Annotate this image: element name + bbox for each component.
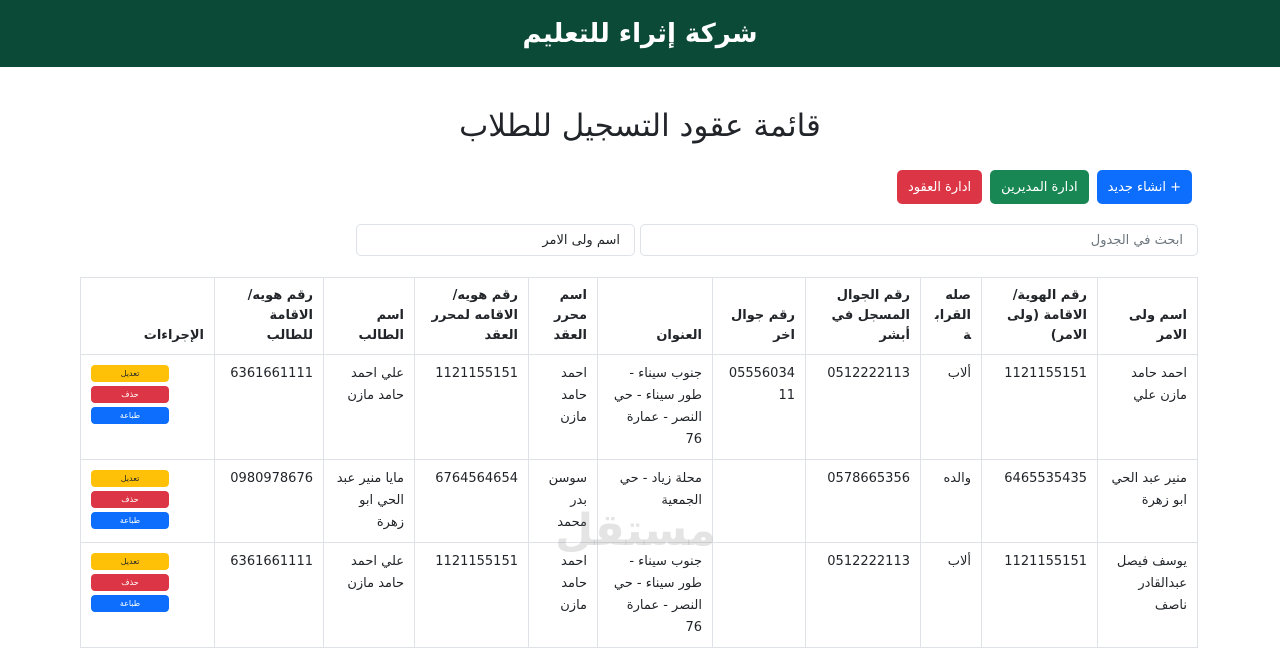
cell-editor-id: 6764564654 [414, 459, 529, 543]
cell-student-name: مايا منير عبد الحي ابو زهرة [323, 459, 415, 543]
cell-guardian: احمد حامد مازن علي [1097, 354, 1198, 460]
cell-editor-id: 1121155151 [414, 354, 529, 460]
col-header-actions: الإجراءات [80, 277, 215, 355]
table-search-input[interactable] [640, 224, 1198, 256]
filter-bar [356, 224, 1198, 256]
delete-button[interactable]: حذف [91, 491, 169, 508]
table-row: يوسف فيصل عبدالقادر ناصف 1121155151 ألاب… [80, 542, 1198, 648]
top-header: شركة إثراء للتعليم [0, 0, 1280, 67]
contracts-table-container: اسم ولى الامر رقم الهوية/ الاقامة (ولى ا… [80, 277, 1198, 648]
cell-student-name: علي احمد حامد مازن [323, 354, 415, 460]
edit-button[interactable]: تعديل [91, 470, 169, 487]
row-actions: تعديل حذف طباعة [91, 551, 204, 612]
cell-actions: تعديل حذف طباعة [80, 459, 215, 543]
cell-guardian-id: 1121155151 [981, 542, 1098, 648]
col-header-editor-name: اسم محرر العقد [528, 277, 598, 355]
cell-student-id: 6361661111 [214, 542, 324, 648]
cell-guardian: منير عبد الحي ابو زهرة [1097, 459, 1198, 543]
create-new-button[interactable]: + انشاء جديد [1096, 170, 1192, 204]
page-title: قائمة عقود التسجيل للطلاب [459, 108, 821, 144]
cell-actions: تعديل حذف طباعة [80, 542, 215, 648]
cell-editor-name: احمد حامد مازن [528, 542, 598, 648]
col-header-absher-phone: رقم الجوال المسجل في أبشر [805, 277, 921, 355]
col-header-editor-id: رقم هويه/ الاقامه لمحرر العقد [414, 277, 529, 355]
col-header-other-phone: رقم جوال اخر [712, 277, 806, 355]
contracts-table: اسم ولى الامر رقم الهوية/ الاقامة (ولى ا… [80, 277, 1198, 648]
brand-title: شركة إثراء للتعليم [522, 18, 758, 49]
cell-student-name: علي احمد حامد مازن [323, 542, 415, 648]
cell-absher-phone: 0578665356 [805, 459, 921, 543]
manage-contracts-button[interactable]: ادارة العقود [897, 170, 983, 204]
delete-button[interactable]: حذف [91, 386, 169, 403]
col-header-relation: صله القرابة [920, 277, 982, 355]
print-button[interactable]: طباعة [91, 512, 169, 529]
cell-address: جنوب سيناء - طور سيناء - حي النصر - عمار… [597, 542, 713, 648]
row-actions: تعديل حذف طباعة [91, 363, 204, 424]
cell-relation: ألاب [920, 542, 982, 648]
cell-guardian-id: 1121155151 [981, 354, 1098, 460]
row-actions: تعديل حذف طباعة [91, 468, 204, 529]
print-button[interactable]: طباعة [91, 407, 169, 424]
cell-absher-phone: 0512222113 [805, 354, 921, 460]
cell-student-id: 6361661111 [214, 354, 324, 460]
cell-guardian-id: 6465535435 [981, 459, 1098, 543]
cell-address: جنوب سيناء - طور سيناء - حي النصر - عمار… [597, 354, 713, 460]
cell-absher-phone: 0512222113 [805, 542, 921, 648]
col-header-address: العنوان [597, 277, 713, 355]
col-header-guardian: اسم ولى الامر [1097, 277, 1198, 355]
cell-guardian: يوسف فيصل عبدالقادر ناصف [1097, 542, 1198, 648]
cell-editor-id: 1121155151 [414, 542, 529, 648]
print-button[interactable]: طباعة [91, 595, 169, 612]
table-row: منير عبد الحي ابو زهرة 6465535435 والده … [80, 459, 1198, 543]
col-header-guardian-id: رقم الهوية/ الاقامة (ولى الامر) [981, 277, 1098, 355]
cell-relation: ألاب [920, 354, 982, 460]
manage-managers-button[interactable]: ادارة المديرين [990, 170, 1089, 204]
cell-student-id: 0980978676 [214, 459, 324, 543]
cell-other-phone [712, 542, 806, 648]
guardian-name-filter-input[interactable] [356, 224, 635, 256]
col-header-student-id: رقم هويه/ الاقامة للطالب [214, 277, 324, 355]
edit-button[interactable]: تعديل [91, 553, 169, 570]
col-header-student-name: اسم الطالب [323, 277, 415, 355]
table-header-row: اسم ولى الامر رقم الهوية/ الاقامة (ولى ا… [80, 277, 1198, 355]
cell-relation: والده [920, 459, 982, 543]
cell-address: محلة زياد - حي الجمعية [597, 459, 713, 543]
cell-editor-name: احمد حامد مازن [528, 354, 598, 460]
cell-actions: تعديل حذف طباعة [80, 354, 215, 460]
cell-editor-name: سوسن بدر محمد [528, 459, 598, 543]
edit-button[interactable]: تعديل [91, 365, 169, 382]
cell-other-phone [712, 459, 806, 543]
cell-other-phone: 0555603411 [712, 354, 806, 460]
table-row: احمد حامد مازن علي 1121155151 ألاب 05122… [80, 354, 1198, 460]
toolbar: + انشاء جديد ادارة المديرين ادارة العقود [897, 170, 1192, 204]
